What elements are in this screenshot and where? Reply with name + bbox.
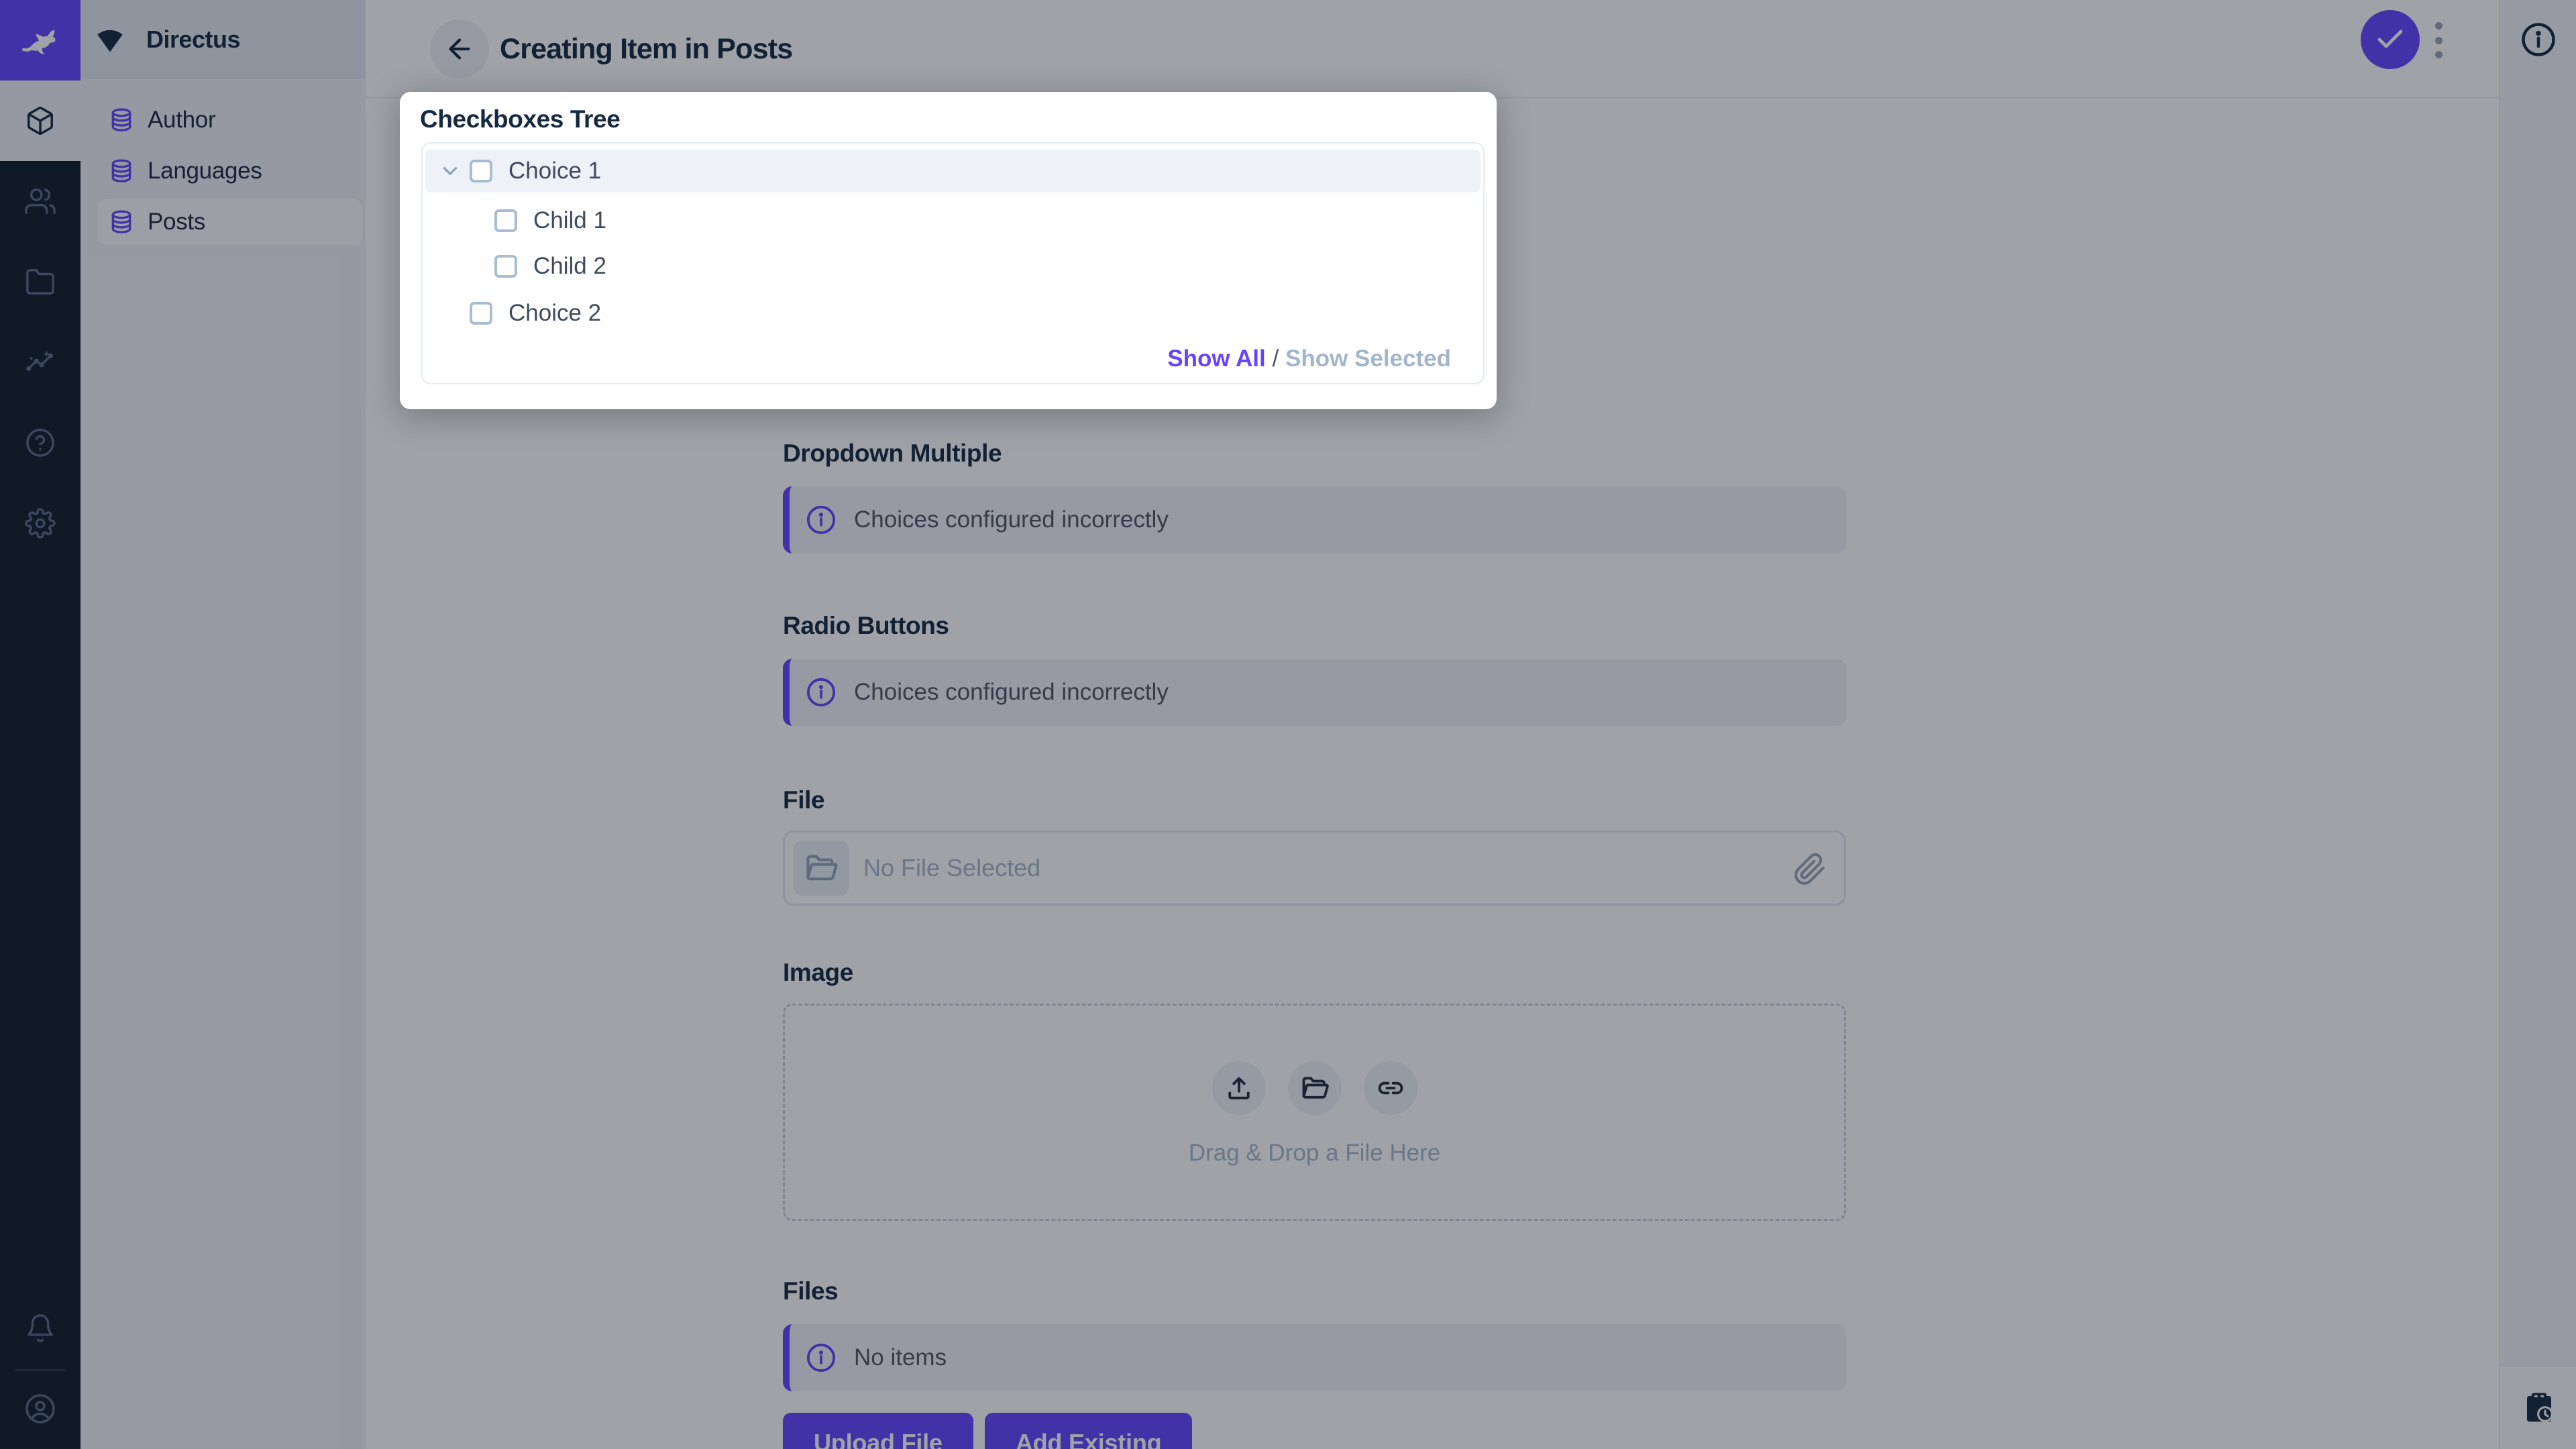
field-label-checkboxes-tree: Checkboxes Tree — [420, 105, 620, 133]
tree-item-label: Choice 2 — [508, 300, 601, 327]
show-all-link[interactable]: Show All — [1167, 345, 1265, 372]
checkboxes-tree-card: Checkboxes Tree Choice 1 Child 1 Child 2… — [400, 92, 1497, 409]
tree-row-choice-1[interactable]: Choice 1 — [425, 150, 1481, 193]
tree-row-choice-2[interactable]: Choice 2 — [423, 292, 1483, 335]
tree-item-label: Child 1 — [533, 207, 606, 234]
show-selected-link[interactable]: Show Selected — [1285, 345, 1451, 372]
tree-footer: Show All / Show Selected — [1167, 345, 1451, 372]
checkbox[interactable] — [494, 209, 517, 232]
tree-item-label: Choice 1 — [508, 158, 601, 184]
tree-row-child-2[interactable]: Child 2 — [423, 245, 1483, 288]
footer-separator: / — [1273, 345, 1285, 372]
checkbox[interactable] — [494, 255, 517, 278]
checkbox[interactable] — [470, 160, 492, 182]
tree-row-child-1[interactable]: Child 1 — [423, 199, 1483, 242]
directus-app-window: Directus Author Languages — [0, 0, 2576, 1449]
chevron-down-icon[interactable] — [439, 160, 462, 182]
checkbox[interactable] — [470, 302, 492, 325]
tree-item-label: Child 2 — [533, 253, 606, 280]
checkboxes-tree-box: Choice 1 Child 1 Child 2 Choice 2 Show A… — [421, 142, 1485, 384]
